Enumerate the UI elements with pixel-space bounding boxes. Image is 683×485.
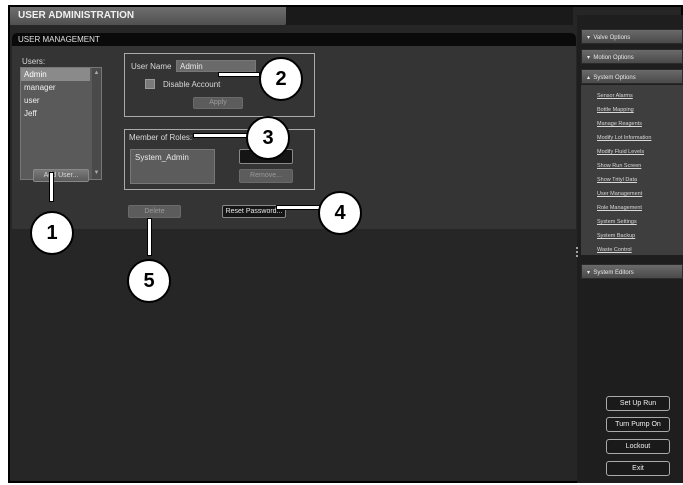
main-window: USER ADMINISTRATION USER MANAGEMENT User… xyxy=(8,5,683,483)
callout-3: 3 xyxy=(246,116,290,160)
delete-button[interactable]: Delete xyxy=(128,205,181,218)
chevron-down-icon: ▾ xyxy=(587,55,591,61)
list-item[interactable]: Jeff xyxy=(21,107,101,120)
apply-button[interactable]: Apply xyxy=(193,97,243,109)
sidebar-link[interactable]: System Settings xyxy=(597,219,637,225)
user-name-label: User Name xyxy=(131,62,172,71)
callout-leader-1 xyxy=(49,172,54,202)
roles-label: Member of Roles: xyxy=(129,133,193,142)
sidebar-section-label: Valve Options xyxy=(593,35,631,41)
sidebar-section-motion-options[interactable]: ▾ Motion Options xyxy=(581,49,683,64)
remove-role-button[interactable]: Remove... xyxy=(239,169,293,183)
panel-title: USER MANAGEMENT xyxy=(12,33,576,46)
disable-account-checkbox[interactable] xyxy=(145,79,155,89)
sidebar-link[interactable]: Modify Fluid Levels xyxy=(597,149,644,155)
callout-5: 5 xyxy=(127,259,171,303)
scroll-down-icon[interactable]: ▼ xyxy=(92,169,101,178)
add-user-button[interactable]: Add User... xyxy=(33,169,89,182)
list-item[interactable]: manager xyxy=(21,81,101,94)
scroll-up-icon[interactable]: ▲ xyxy=(92,69,101,78)
list-item[interactable]: Admin xyxy=(21,68,90,81)
system-options-links: Sensor Alarms Bottle Mapping Manage Reag… xyxy=(581,85,683,255)
callout-4: 4 xyxy=(318,191,362,235)
sidebar-link[interactable]: Bottle Mapping xyxy=(597,107,634,113)
sidebar-link[interactable]: Waste Control xyxy=(597,247,632,253)
sidebar-link[interactable]: Role Management xyxy=(597,205,642,211)
exit-button[interactable]: Exit xyxy=(606,461,670,476)
sidebar-section-system-options[interactable]: ▴ System Options xyxy=(581,69,683,84)
lockout-button[interactable]: Lockout xyxy=(606,439,670,454)
window-title: USER ADMINISTRATION xyxy=(10,7,286,25)
callout-leader-5 xyxy=(147,218,152,256)
list-item[interactable]: System_Admin xyxy=(135,153,210,162)
sidebar-link[interactable]: Sensor Alarms xyxy=(597,93,633,99)
set-up-run-button[interactable]: Set Up Run xyxy=(606,396,670,411)
roles-list[interactable]: System_Admin xyxy=(130,149,215,184)
users-label: Users: xyxy=(22,57,46,66)
sidebar-section-system-editors[interactable]: ▾ System Editors xyxy=(581,264,683,279)
sidebar-section-label: Motion Options xyxy=(593,55,634,61)
turn-pump-on-button[interactable]: Turn Pump On xyxy=(606,417,670,432)
callout-1: 1 xyxy=(30,211,74,255)
sidebar-link[interactable]: System Backup xyxy=(597,233,635,239)
splitter-handle[interactable] xyxy=(574,245,579,263)
user-name-field[interactable]: Admin xyxy=(176,60,256,72)
users-scrollbar[interactable]: ▲ ▼ xyxy=(92,68,101,179)
sidebar-link[interactable]: Show Run Screen xyxy=(597,163,641,169)
sidebar-link[interactable]: Show Trityl Data xyxy=(597,177,637,183)
sidebar-link[interactable]: User Management xyxy=(597,191,642,197)
callout-leader-3 xyxy=(193,133,248,138)
callout-leader-2 xyxy=(218,72,260,77)
sidebar-section-valve-options[interactable]: ▾ Valve Options xyxy=(581,29,683,44)
title-bar-filler xyxy=(286,7,573,25)
disable-account-label: Disable Account xyxy=(163,80,221,89)
sidebar-section-label: System Editors xyxy=(593,270,634,276)
users-list[interactable]: Admin manager user Jeff ▲ ▼ xyxy=(20,67,102,180)
chevron-down-icon: ▾ xyxy=(587,35,591,41)
chevron-up-icon: ▴ xyxy=(587,75,591,81)
sidebar-link[interactable]: Manage Reagents xyxy=(597,121,642,127)
sidebar: ▾ Valve Options ▾ Motion Options ▴ Syste… xyxy=(577,15,683,483)
chevron-down-icon: ▾ xyxy=(587,270,591,276)
sidebar-link[interactable]: Modify Lot Information xyxy=(597,135,651,141)
callout-leader-4 xyxy=(276,205,320,210)
list-item[interactable]: user xyxy=(21,94,101,107)
callout-2: 2 xyxy=(259,57,303,101)
sidebar-section-label: System Options xyxy=(593,75,636,81)
